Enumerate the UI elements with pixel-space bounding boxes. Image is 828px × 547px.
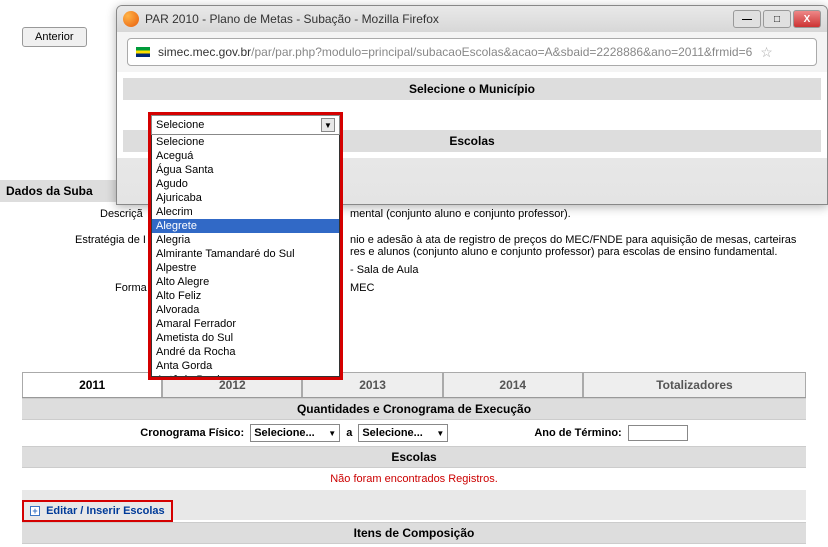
option-selecione[interactable]: Selecione	[152, 135, 339, 149]
municipio-select[interactable]: Selecione ▼	[151, 115, 340, 135]
option-alto-feliz[interactable]: Alto Feliz	[152, 289, 339, 303]
address-bar[interactable]: simec.mec.gov.br/par/par.php?modulo=prin…	[127, 38, 817, 66]
ano-termino-input[interactable]	[628, 425, 688, 441]
site-flag-icon	[136, 47, 150, 57]
option-alpestre[interactable]: Alpestre	[152, 261, 339, 275]
editar-inserir-escolas-link[interactable]: Editar / Inserir Escolas	[46, 505, 165, 517]
option-anta-gorda[interactable]: Anta Gorda	[152, 359, 339, 373]
cronograma-select-start[interactable]: Selecione...▼	[250, 424, 340, 442]
bookmark-star-icon[interactable]: ☆	[760, 44, 773, 61]
tab-totalizadores[interactable]: Totalizadores	[583, 372, 806, 397]
titlebar: PAR 2010 - Plano de Metas - Subação - Mo…	[117, 6, 827, 32]
cronograma-select-end[interactable]: Selecione...▼	[358, 424, 448, 442]
option-amaral[interactable]: Amaral Ferrador	[152, 317, 339, 331]
option-ajuricaba[interactable]: Ajuricaba	[152, 191, 339, 205]
option-ametista[interactable]: Ametista do Sul	[152, 331, 339, 345]
cronograma-label: Cronograma Físico:	[140, 427, 244, 439]
select-value: Selecione	[156, 119, 204, 131]
selecione-municipio-header: Selecione o Município	[123, 78, 821, 100]
option-agudo[interactable]: Agudo	[152, 177, 339, 191]
municipio-dropdown-highlight: Selecione ▼ Selecione Aceguá Água Santa …	[148, 112, 343, 380]
tab-2011[interactable]: 2011	[22, 372, 162, 397]
option-almirante[interactable]: Almirante Tamandaré do Sul	[152, 247, 339, 261]
cronograma-row: Cronograma Físico: Selecione...▼ a Selec…	[22, 420, 806, 446]
url-domain: simec.mec.gov.br	[158, 45, 251, 59]
quantidades-header: Quantidades e Cronograma de Execução	[22, 398, 806, 420]
url-path: /par/par.php?modulo=principal/subacaoEsc…	[251, 45, 752, 59]
year-tabs: 2011 2012 2013 2014 Totalizadores	[22, 372, 806, 398]
tab-2014[interactable]: 2014	[443, 372, 583, 397]
estrategia-text2: res e alunos (conjunto aluno e conjunto …	[20, 246, 808, 258]
window-title: PAR 2010 - Plano de Metas - Subação - Mo…	[145, 12, 733, 26]
editar-highlight: + Editar / Inserir Escolas	[22, 500, 173, 522]
minimize-button[interactable]: —	[733, 10, 761, 28]
address-row: simec.mec.gov.br/par/par.php?modulo=prin…	[117, 32, 827, 72]
option-alegria[interactable]: Alegria	[152, 233, 339, 247]
cronograma-a: a	[346, 427, 352, 439]
no-records-message: Não foram encontrados Registros.	[22, 468, 806, 490]
anterior-button[interactable]: Anterior	[22, 27, 87, 47]
escolas-section-header: Escolas	[22, 446, 806, 468]
option-alto-alegre[interactable]: Alto Alegre	[152, 275, 339, 289]
option-alvorada[interactable]: Alvorada	[152, 303, 339, 317]
ano-termino-label: Ano de Término:	[534, 427, 621, 439]
option-alecrim[interactable]: Alecrim	[152, 205, 339, 219]
descricao-label: Descriçã	[100, 208, 143, 220]
close-button[interactable]: X	[793, 10, 821, 28]
chevron-down-icon: ▼	[328, 429, 336, 438]
option-alegrete[interactable]: Alegrete	[152, 219, 339, 233]
itens-composicao-header: Itens de Composição	[22, 522, 806, 544]
sala-aula-text: - Sala de Aula	[20, 264, 808, 276]
firefox-icon	[123, 11, 139, 27]
estrategia-label: Estratégia de I	[75, 234, 146, 246]
maximize-button[interactable]: □	[763, 10, 791, 28]
municipio-option-list[interactable]: Selecione Aceguá Água Santa Agudo Ajuric…	[151, 135, 340, 377]
chevron-down-icon: ▼	[436, 429, 444, 438]
forma-label: Forma	[115, 282, 147, 294]
option-acegua[interactable]: Aceguá	[152, 149, 339, 163]
option-agua-santa[interactable]: Água Santa	[152, 163, 339, 177]
option-antonio-prado[interactable]: Antônio Prado	[152, 373, 339, 377]
option-andre[interactable]: André da Rocha	[152, 345, 339, 359]
plus-icon[interactable]: +	[30, 506, 40, 516]
chevron-down-icon[interactable]: ▼	[321, 118, 335, 132]
